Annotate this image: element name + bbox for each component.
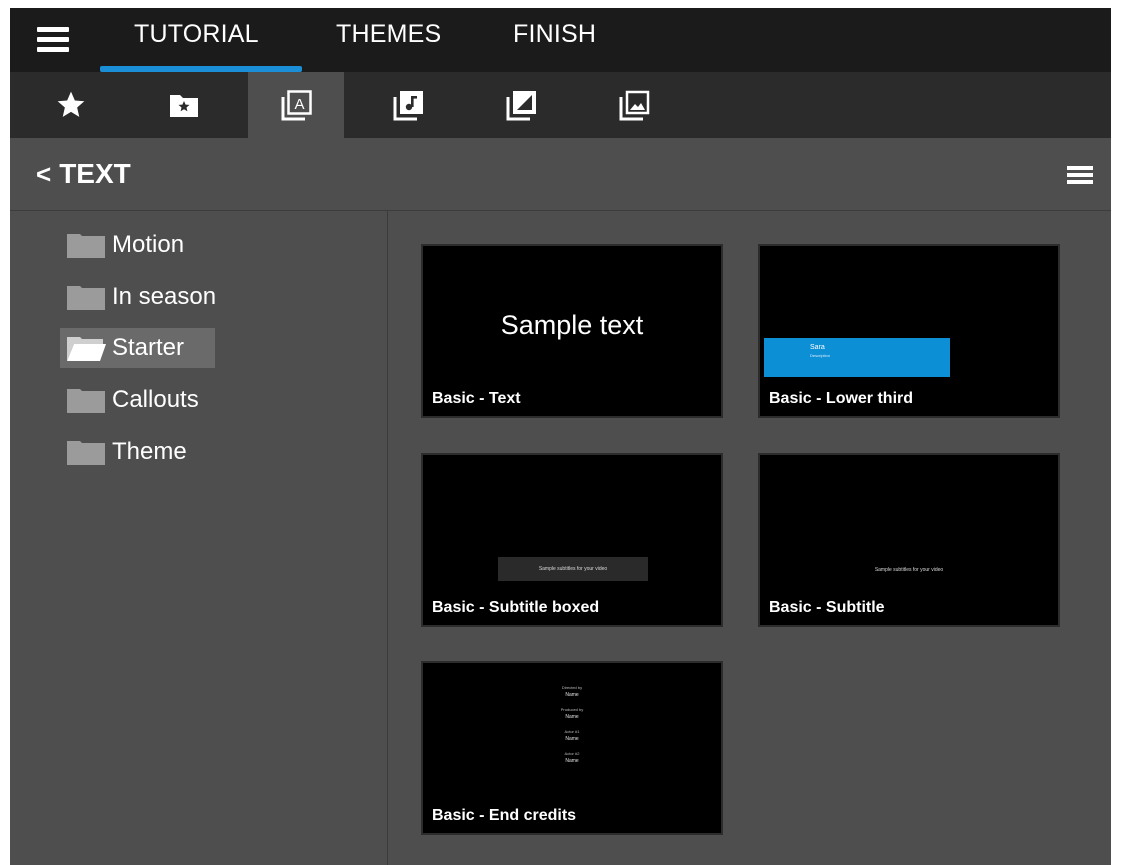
card-preview-text: Sample subtitles for your video xyxy=(874,567,944,573)
credit-name: Name xyxy=(565,714,579,720)
my-content-button[interactable] xyxy=(136,72,232,138)
card-label: Basic - Lower third xyxy=(769,390,914,407)
template-card-basic-subtitle-boxed[interactable]: Sample subtitles for your video Basic - … xyxy=(421,453,723,627)
star-icon xyxy=(57,91,85,117)
template-grid: Sample text Basic - Text Sara Descriptio… xyxy=(388,211,1111,865)
folder-sidebar: Motion In season Starter Callouts Theme xyxy=(10,211,388,865)
card-label: Basic - End credits xyxy=(432,807,577,824)
images-library-button[interactable] xyxy=(586,72,682,138)
folder-item-in-season[interactable]: In season xyxy=(60,277,217,317)
chevron-left-icon: < xyxy=(36,159,52,189)
tab-finish[interactable]: FINISH xyxy=(513,8,596,72)
audio-library-button[interactable] xyxy=(360,72,456,138)
tab-tutorial[interactable]: TUTORIAL xyxy=(134,8,259,72)
text-icon: A xyxy=(281,90,312,121)
credit-name: Name xyxy=(565,692,579,698)
open-folder-icon xyxy=(67,337,106,361)
music-icon xyxy=(393,91,423,121)
card-preview-text: Sample text xyxy=(500,310,644,340)
tab-themes[interactable]: THEMES xyxy=(336,8,441,72)
overlays-library-button[interactable] xyxy=(473,72,569,138)
folder-item-motion[interactable]: Motion xyxy=(60,225,215,265)
library-icon-bar: A xyxy=(10,72,1111,138)
preview-name: Sara xyxy=(810,344,825,351)
template-card-basic-lower-third[interactable]: Sara Description Basic - Lower third xyxy=(758,244,1060,418)
template-card-basic-end-credits[interactable]: Directed by Name Produced by Name Actor … xyxy=(421,661,723,835)
top-nav: TUTORIAL THEMES FINISH xyxy=(10,8,1111,72)
lower-third-preview-bar: Sara Description xyxy=(764,338,950,377)
app-window: TUTORIAL THEMES FINISH A < TEXT Motion I… xyxy=(10,8,1111,865)
folder-item-starter[interactable]: Starter xyxy=(60,328,215,368)
subtitle-preview-box: Sample subtitles for your video xyxy=(498,557,648,581)
folder-icon xyxy=(67,286,105,310)
back-button[interactable]: < TEXT xyxy=(36,138,131,210)
overlay-icon xyxy=(506,91,536,121)
card-preview-text: Sample subtitles for your video xyxy=(538,566,608,572)
folder-star-icon xyxy=(170,95,198,117)
template-card-basic-text[interactable]: Sample text Basic - Text xyxy=(421,244,723,418)
favorites-button[interactable] xyxy=(23,72,119,138)
card-label: Basic - Text xyxy=(432,390,521,407)
svg-text:A: A xyxy=(294,96,304,113)
folder-label: Theme xyxy=(112,438,187,465)
card-label: Basic - Subtitle boxed xyxy=(432,599,600,616)
preview-description: Description xyxy=(810,353,831,358)
folder-icon xyxy=(67,441,105,465)
folder-label: Callouts xyxy=(112,386,199,413)
folder-label: In season xyxy=(112,283,217,310)
section-header: < TEXT xyxy=(10,138,1111,211)
folder-label: Starter xyxy=(112,334,185,361)
list-view-icon[interactable] xyxy=(1067,166,1093,186)
hamburger-menu-icon[interactable] xyxy=(37,27,69,53)
template-card-basic-subtitle[interactable]: Sample subtitles for your video Basic - … xyxy=(758,453,1060,627)
card-label: Basic - Subtitle xyxy=(769,599,885,616)
folder-icon xyxy=(67,389,105,413)
folder-item-theme[interactable]: Theme xyxy=(60,432,215,472)
folder-item-callouts[interactable]: Callouts xyxy=(60,380,215,420)
credits-preview: Directed by Name Produced by Name Actor … xyxy=(423,685,721,773)
text-library-button[interactable]: A xyxy=(248,72,344,138)
credit-name: Name xyxy=(565,736,579,742)
credit-name: Name xyxy=(565,758,579,764)
image-icon xyxy=(619,90,650,121)
folder-icon xyxy=(67,234,105,258)
section-title: TEXT xyxy=(59,158,131,189)
folder-label: Motion xyxy=(112,231,185,258)
